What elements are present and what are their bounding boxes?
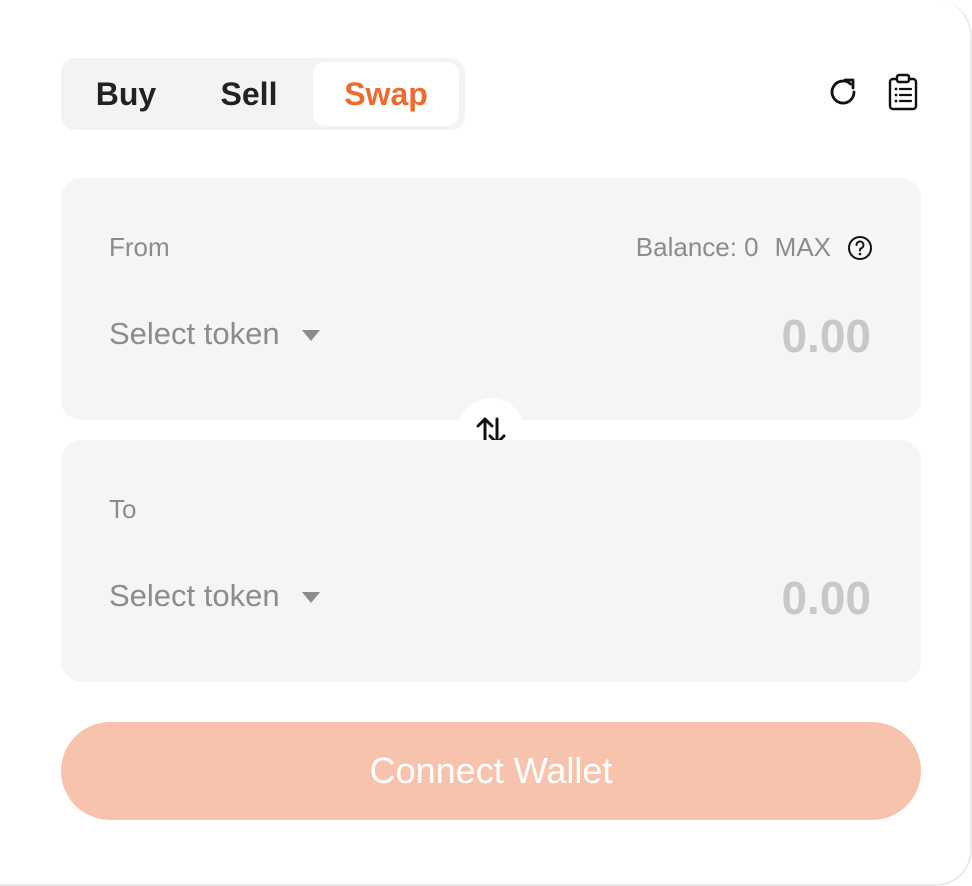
to-token-label: Select token [109,578,280,613]
max-button[interactable]: MAX [775,232,831,263]
from-panel: From Balance: 0 MAX Select token [61,178,921,420]
to-panel: To Select token [61,440,921,682]
from-token-label: Select token [109,316,280,351]
from-label: From [109,232,170,262]
refresh-button[interactable] [823,72,863,112]
help-icon[interactable] [847,235,873,261]
caret-down-icon [301,329,320,341]
tab-buy[interactable]: Buy [81,62,171,126]
to-amount-input[interactable] [569,570,873,626]
from-token-select[interactable]: Select token [109,316,320,352]
balance-row: Balance: 0 MAX [636,232,873,263]
refresh-icon [830,78,856,105]
to-token-select[interactable]: Select token [109,578,320,614]
tab-swap[interactable]: Swap [313,62,459,126]
trade-mode-tabs: Buy Sell Swap [61,58,465,130]
swap-card: Buy Sell Swap From Balance: 0 MAX Select… [0,0,972,886]
connect-wallet-button[interactable]: Connect Wallet [61,722,921,820]
clipboard-icon [888,73,918,111]
balance-text: Balance: 0 [635,232,759,262]
caret-down-icon [301,591,320,603]
from-amount-input[interactable] [569,308,873,364]
to-label: To [109,494,137,524]
history-button[interactable] [883,72,923,112]
tab-sell[interactable]: Sell [201,62,297,126]
